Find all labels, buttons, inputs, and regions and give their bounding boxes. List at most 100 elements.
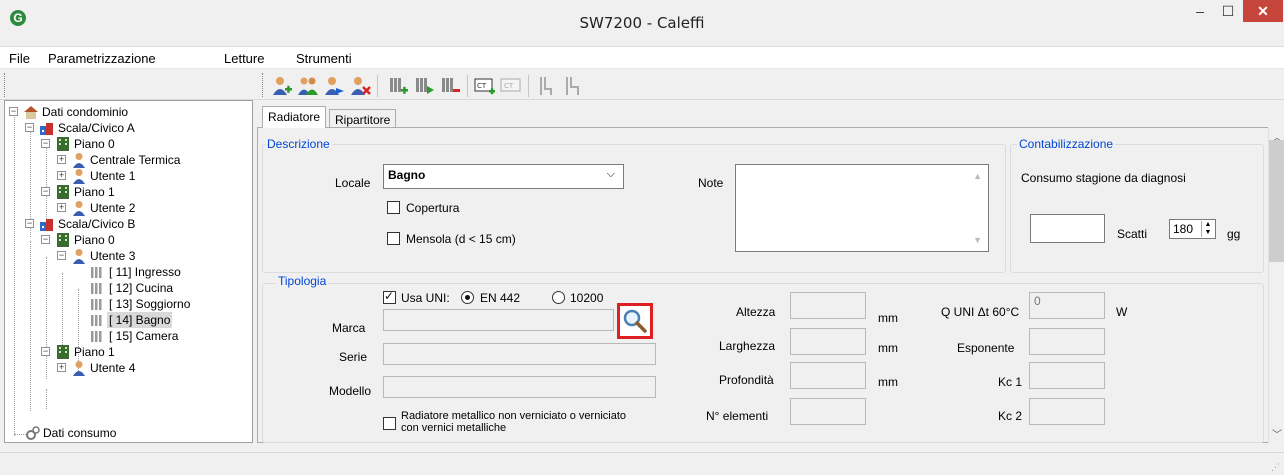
tree-node-radiator-selected[interactable]: [ 14] Bagno [89,312,249,328]
quni-label: Q UNI Δt 60°C [941,305,1020,319]
metallico-checkbox[interactable] [383,417,396,430]
scatti-label: Scatti [1117,227,1148,241]
tree-line [46,257,47,379]
tree-node-dati-consumo[interactable]: Dati consumo [25,425,245,441]
profondita-label: Profondità [719,373,774,387]
toolbar-separator [377,75,378,97]
menu-letture[interactable]: Letture [224,51,264,66]
en442-radio[interactable] [461,291,474,304]
modello-input[interactable] [383,376,656,398]
user-icon [73,201,85,216]
tree-node-dati-condominio[interactable]: − Dati condominio [9,104,249,120]
chevron-down-icon: ⌵ [606,168,615,180]
tree-node-radiator[interactable]: [ 15] Camera [89,328,249,344]
scrollbar-thumb[interactable] [1269,140,1284,262]
esponente-input[interactable] [1029,328,1105,355]
profondita-unit: mm [878,375,898,389]
user-icon [73,169,85,184]
chevron-up-icon: ▲ [973,171,982,181]
esponente-label: Esponente [957,341,1015,355]
group-contabilizzazione [1010,144,1264,273]
modello-label: Modello [329,384,372,398]
locale-select[interactable]: Bagno ⌵ [383,164,624,189]
serie-input[interactable] [383,343,656,365]
metallico-label-2: con vernici metalliche [401,422,507,434]
tree-node-scala-b[interactable]: − Scala/Civico B [25,216,245,232]
locale-label: Locale [335,176,371,190]
tree-node-utente-3[interactable]: − Utente 3 [57,248,247,264]
users-icon[interactable] [297,75,319,97]
mensola-checkbox[interactable] [387,232,400,245]
floor-icon [57,185,69,199]
toolbar-grip[interactable] [4,73,7,97]
maximize-button[interactable]: ☐ [1214,0,1242,22]
r10200-radio[interactable] [552,291,565,304]
add-ct-icon[interactable]: CT [474,75,496,97]
menu-file[interactable]: File [9,51,30,66]
menu-parametrizzazione[interactable]: Parametrizzazione [48,51,156,66]
tree-node-scala-a[interactable]: − Scala/Civico A [25,120,245,136]
delete-user-icon[interactable] [349,75,371,97]
gears-icon [26,426,40,440]
tree-line [46,145,47,221]
tree-node-utente-1[interactable]: + Utente 1 [57,168,247,184]
group-contabilizzazione-title: Contabilizzazione [1017,137,1116,151]
scatti-spinner[interactable]: 180 ▲ ▼ [1169,219,1216,239]
tree-node-radiator[interactable]: [ 11] Ingresso [89,264,249,280]
altezza-input[interactable] [790,292,866,319]
apartment-icon [40,123,53,135]
tree-node-piano-0a[interactable]: − Piano 0 [41,136,241,152]
tab-radiatore[interactable]: Radiatore [262,106,327,128]
search-button[interactable] [617,303,653,339]
quni-unit: W [1116,305,1128,319]
toolbar-grip[interactable] [262,73,265,97]
remove-radiator-icon[interactable] [439,75,461,97]
add-pipe-icon[interactable] [535,75,557,97]
minimize-button[interactable]: – [1186,0,1214,22]
move-user-icon[interactable] [323,75,345,97]
tree-node-radiator[interactable]: [ 12] Cucina [89,280,249,296]
kc2-input[interactable] [1029,398,1105,425]
ct-icon[interactable]: CT [500,75,522,97]
tree-node-piano-0b[interactable]: − Piano 0 [41,232,241,248]
chevron-down-icon[interactable]: ﹀ [1272,426,1282,441]
quni-input[interactable]: 0 [1029,292,1105,319]
pipe-icon[interactable] [561,75,583,97]
usa-uni-label: Usa UNI: [401,291,450,305]
copertura-label: Copertura [406,201,460,215]
tree-node-piano-1b[interactable]: − Piano 1 [41,344,241,360]
r10200-label: 10200 [570,291,604,305]
floor-icon [57,345,69,359]
kc1-label: Kc 1 [998,375,1023,389]
play-radiator-icon[interactable] [413,75,435,97]
tree-node-radiator[interactable]: [ 13] Soggiorno [89,296,249,312]
tree-node-utente-2[interactable]: + Utente 2 [57,200,247,216]
profondita-input[interactable] [790,362,866,389]
tab-ripartitore[interactable]: Ripartitore [329,109,397,129]
note-textarea[interactable]: ▲ ▼ [735,164,989,252]
tree-view[interactable]: − Dati condominio − Scala/Civico A − Pia… [4,100,253,443]
usa-uni-checkbox[interactable] [383,289,396,304]
radiator-icon [91,267,102,278]
marca-input[interactable] [383,309,614,331]
menu-bar: File Parametrizzazione Letture Strumenti [0,47,1284,69]
menu-strumenti[interactable]: Strumenti [296,51,352,66]
status-bar: ⋰ [0,452,1284,475]
add-radiator-icon[interactable] [387,75,409,97]
tree-node-utente-4[interactable]: + Utente 4 [57,360,247,376]
add-user-icon[interactable] [271,75,293,97]
apartment-icon [40,219,53,231]
form-area: Descrizione Locale Bagno ⌵ Copertura Men… [258,128,1268,443]
tree-node-piano-1a[interactable]: − Piano 1 [41,184,241,200]
copertura-checkbox[interactable] [387,201,400,214]
marca-label: Marca [332,321,366,335]
consumo-label: Consumo stagione da diagnosi [1021,171,1186,185]
consumo-input[interactable] [1030,214,1105,243]
kc1-input[interactable] [1029,362,1105,389]
spinner-arrows-icon[interactable]: ▲ ▼ [1201,221,1214,237]
larghezza-input[interactable] [790,328,866,355]
n-elementi-input[interactable] [790,398,866,425]
close-button[interactable]: ✕ [1243,0,1283,22]
tree-node-centrale-termica[interactable]: + Centrale Termica [57,152,247,168]
resize-grip-icon[interactable]: ⋰ [1271,462,1280,473]
